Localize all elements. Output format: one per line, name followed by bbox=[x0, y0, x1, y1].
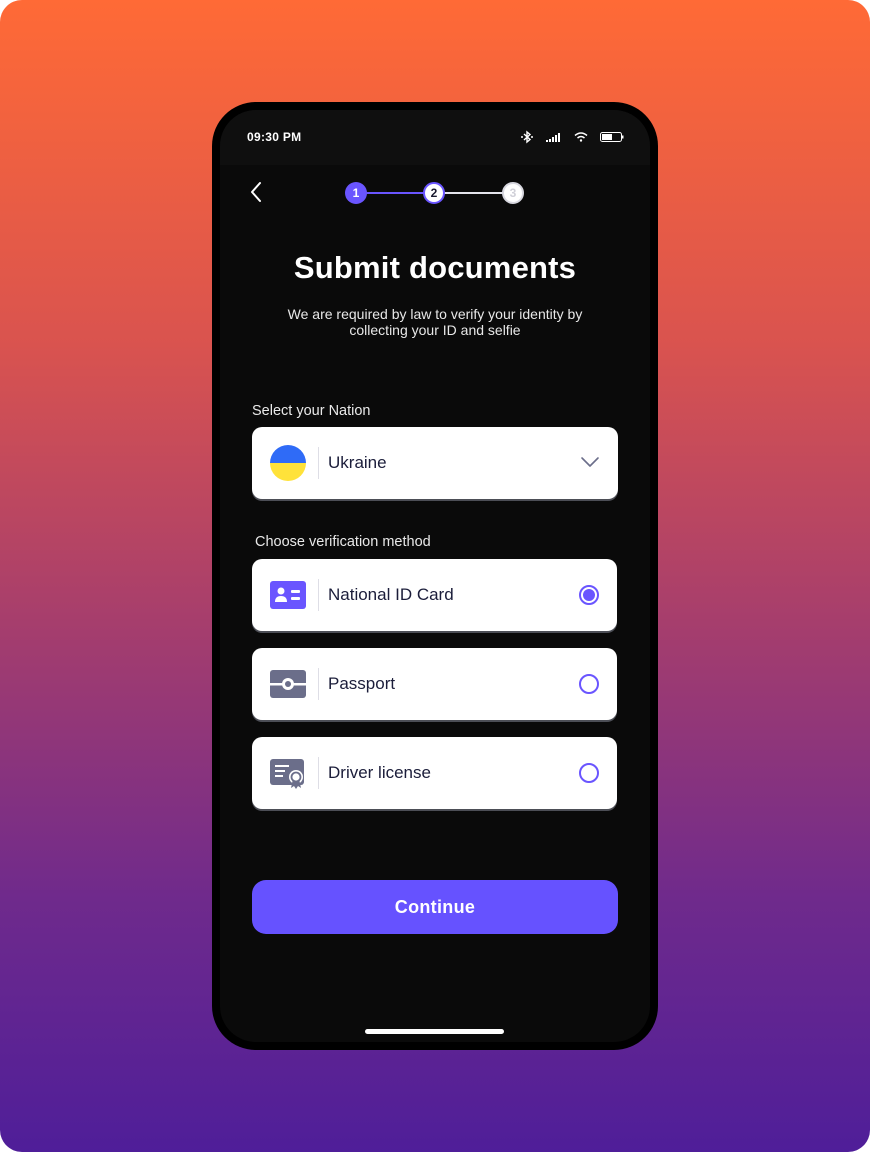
method-option-driver-license[interactable]: Driver license bbox=[252, 737, 617, 809]
step-3: 3 bbox=[502, 182, 524, 204]
radio-selected[interactable] bbox=[579, 585, 599, 605]
nation-value: Ukraine bbox=[328, 453, 387, 472]
step-1: 1 bbox=[345, 182, 367, 204]
verification-method-label: Choose verification method bbox=[255, 534, 431, 550]
background-canvas: 09:30 PM 1 2 3 Submit documents We are r… bbox=[0, 0, 870, 1152]
nation-label: Select your Nation bbox=[252, 403, 371, 419]
radio-unselected[interactable] bbox=[579, 763, 599, 783]
divider bbox=[318, 668, 319, 700]
divider bbox=[318, 757, 319, 789]
chevron-left-icon bbox=[251, 182, 261, 202]
phone-screen: 09:30 PM 1 2 3 Submit documents We are r… bbox=[220, 110, 650, 1042]
passport-icon bbox=[270, 666, 306, 702]
battery-icon bbox=[600, 132, 624, 142]
divider bbox=[318, 447, 319, 479]
method-label: Driver license bbox=[328, 763, 431, 782]
bluetooth-icon bbox=[520, 130, 534, 144]
divider bbox=[318, 579, 319, 611]
wifi-icon bbox=[574, 132, 588, 142]
method-label: Passport bbox=[328, 674, 396, 693]
progress-stepper: 1 2 3 bbox=[345, 182, 525, 206]
status-time: 09:30 PM bbox=[247, 130, 302, 144]
driver-license-icon bbox=[270, 755, 306, 791]
status-bar: 09:30 PM bbox=[220, 110, 650, 165]
status-icons bbox=[520, 130, 624, 144]
step-2: 2 bbox=[423, 182, 445, 204]
home-indicator[interactable] bbox=[365, 1029, 504, 1034]
page-title: Submit documents bbox=[293, 250, 577, 285]
phone-frame: 09:30 PM 1 2 3 Submit documents We are r… bbox=[212, 102, 658, 1050]
id-card-icon bbox=[270, 577, 306, 613]
nation-select[interactable]: Ukraine bbox=[252, 427, 618, 499]
continue-button[interactable]: Continue bbox=[252, 880, 618, 934]
signal-icon bbox=[546, 132, 562, 142]
method-option-national-id[interactable]: National ID Card bbox=[252, 559, 617, 631]
method-label: National ID Card bbox=[328, 585, 454, 604]
back-button[interactable] bbox=[248, 180, 268, 204]
method-option-passport[interactable]: Passport bbox=[252, 648, 617, 720]
page-subtitle: We are required by law to verify your id… bbox=[287, 306, 583, 338]
chevron-down-icon bbox=[580, 455, 600, 469]
radio-unselected[interactable] bbox=[579, 674, 599, 694]
ukraine-flag-icon bbox=[270, 445, 306, 481]
